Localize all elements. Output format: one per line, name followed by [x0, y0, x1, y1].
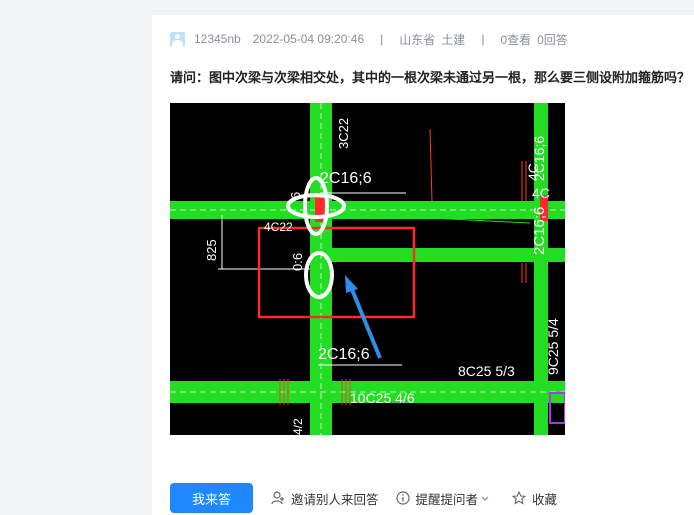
label-top-rebar: 2C16;6 — [320, 170, 372, 187]
label-right-low: 9C25 5/4 — [545, 318, 561, 375]
label-bottom-right: 8C25 5/3 — [458, 363, 515, 379]
cad-drawing-image[interactable]: 2C16;6 2C16;6 10C25 4/6 8C25 5/3 2C16;6 … — [170, 103, 565, 435]
separator: | — [380, 32, 384, 46]
label-right-mid: 4C — [532, 185, 550, 201]
label-bottom-rebar: 2C16;6 — [318, 346, 370, 363]
label-left-small-a: 4C22 — [264, 220, 293, 234]
answer-button[interactable]: 我来答 — [170, 483, 253, 513]
view-count: 0查看 — [500, 32, 532, 47]
person-icon — [271, 491, 284, 505]
label-side-vertical-2: 4C — [525, 163, 541, 181]
star-icon — [512, 491, 527, 505]
province: 山东省 — [399, 32, 436, 47]
separator: | — [481, 32, 485, 46]
label-beam-vert-top: 3C22 — [336, 118, 351, 149]
label-side-vertical: 2C16;6 — [531, 207, 548, 255]
label-bottom-mid: 10C25 4/6 — [350, 390, 415, 406]
avatar[interactable] — [170, 31, 185, 47]
cad-drawing-svg: 2C16;6 2C16;6 10C25 4/6 8C25 5/3 2C16;6 … — [170, 103, 565, 435]
answer-count: 0回答 — [537, 32, 568, 47]
action-bar: 我来答 邀请别人来回答 提醒提问者 收藏 — [170, 482, 557, 514]
post-meta: 12345nb 2022-05-04 09:20:46 | 山东省 土建 | 0… — [170, 31, 568, 47]
label-left-small-b: 0:6 — [290, 253, 305, 271]
chevron-down-icon — [481, 496, 489, 501]
label-left-small-c: 6 — [288, 192, 303, 199]
post-datetime: 2022-05-04 09:20:46 — [252, 32, 365, 46]
category[interactable]: 土建 — [441, 31, 465, 48]
label-bottom-left: 4/2 — [291, 418, 305, 435]
question-card: 12345nb 2022-05-04 09:20:46 | 山东省 土建 | 0… — [152, 15, 694, 515]
highlight-box — [257, 226, 416, 319]
info-icon — [395, 491, 410, 505]
question-title: 请问：图中次梁与次梁相交处，其中的一根次梁未通过另一根，那么要三侧设附加箍筋吗？ — [170, 70, 691, 85]
label-dim-825: 825 — [204, 239, 219, 261]
username[interactable]: 12345nb — [194, 32, 241, 46]
